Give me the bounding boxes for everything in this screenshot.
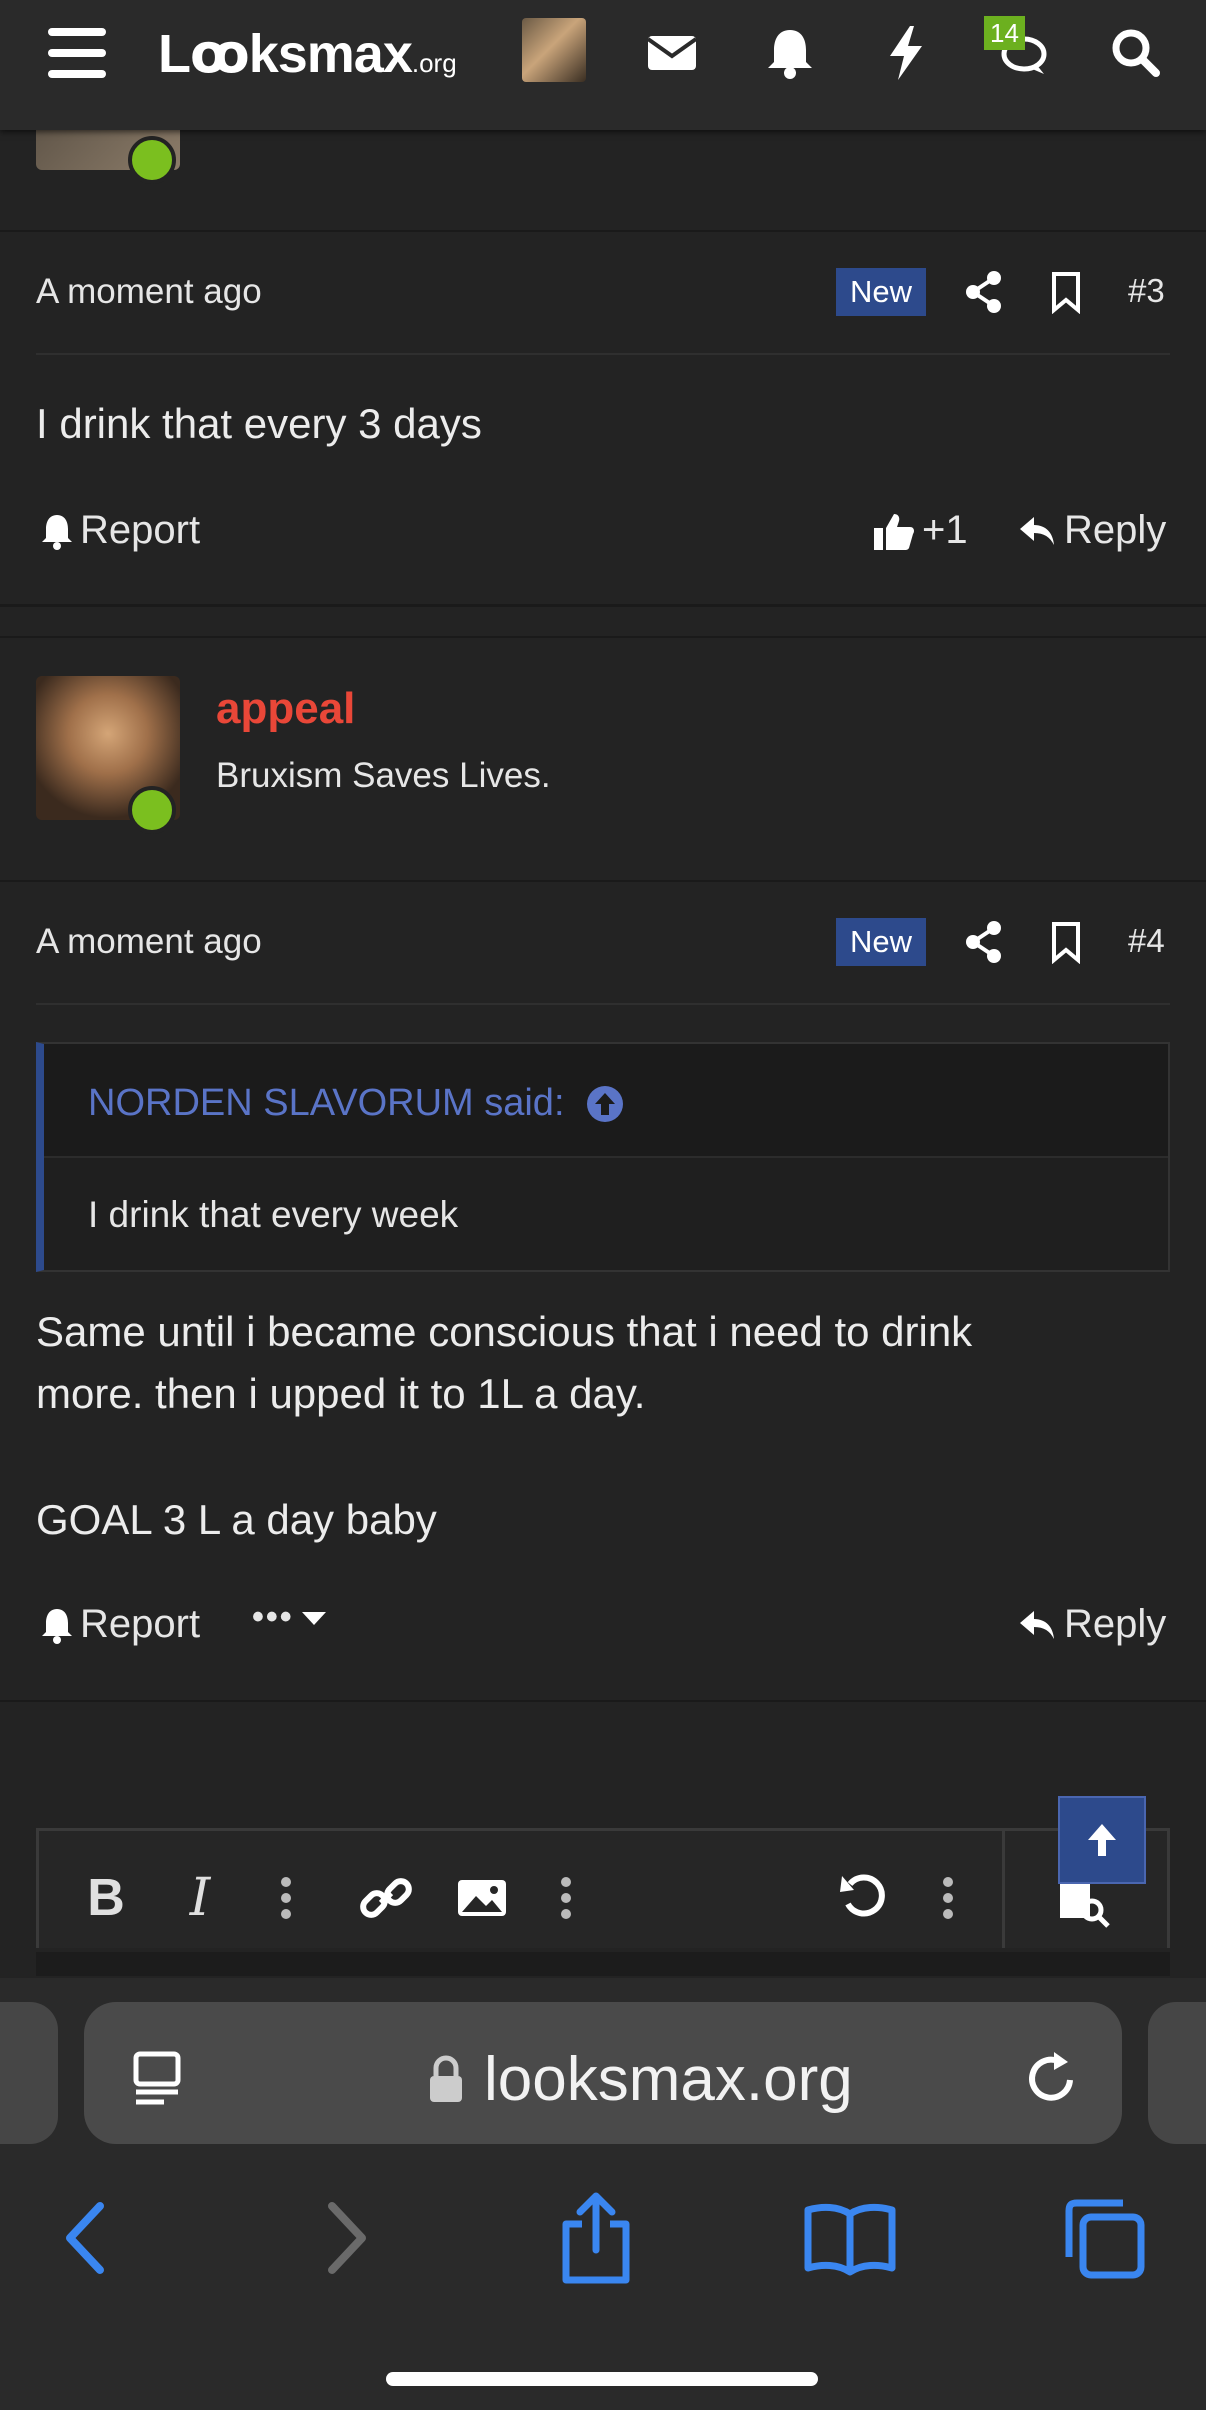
more-editor-options-icon[interactable] <box>918 1868 978 1928</box>
post3-share-icon[interactable] <box>964 270 1004 314</box>
post4-bottom-divider <box>0 1700 1206 1702</box>
chevron-left-icon <box>66 2202 104 2274</box>
post4-share-icon[interactable] <box>964 920 1004 964</box>
share-button[interactable] <box>546 2188 646 2288</box>
post4-time[interactable]: A moment ago <box>36 922 262 962</box>
forward-button[interactable] <box>296 2188 396 2288</box>
post4-reply-label: Reply <box>1064 1602 1167 1646</box>
editor-separator <box>1002 1830 1005 1948</box>
logo-tld: .org <box>411 48 457 78</box>
bell-icon <box>42 514 72 550</box>
post3-online-indicator <box>128 136 176 184</box>
undo-icon[interactable] <box>834 1868 894 1928</box>
post4-body-line2: more. then i upped it to 1L a day. <box>36 1370 646 1417</box>
post3-report-label: Report <box>80 508 201 552</box>
page-menu-icon[interactable] <box>128 2046 192 2110</box>
post3-reply-label: Reply <box>1064 508 1167 552</box>
image-icon[interactable] <box>452 1868 512 1928</box>
post3-like-button[interactable]: +1 <box>872 508 968 553</box>
logo-text: Lꝏksmax <box>158 24 413 84</box>
bookmarks-button[interactable] <box>800 2188 900 2288</box>
post4-report-button[interactable]: Report <box>40 1602 200 1647</box>
chevron-right-icon <box>328 2202 366 2274</box>
next-tab-preview[interactable] <box>1148 2002 1206 2144</box>
arrow-up-icon <box>1088 1824 1116 1856</box>
reply-editor-body-top[interactable] <box>36 1952 1170 1976</box>
quote-block: NORDEN SLAVORUM said: I drink that every… <box>36 1042 1170 1272</box>
post3-meta-divider <box>36 353 1170 355</box>
quote-header: NORDEN SLAVORUM said: <box>44 1044 1168 1158</box>
more-text-options-icon[interactable] <box>256 1868 316 1928</box>
menu-icon[interactable] <box>48 28 106 78</box>
post4-bookmark-icon[interactable] <box>1046 920 1086 964</box>
italic-button[interactable]: I <box>170 1868 230 1928</box>
post4-header-divider <box>0 880 1206 882</box>
post4-more-menu-button[interactable]: ••• <box>252 1598 328 1637</box>
post3-number[interactable]: #3 <box>1128 272 1165 310</box>
post4-body-line1: Same until i became conscious that i nee… <box>36 1308 973 1355</box>
post3-report-button[interactable]: Report <box>40 508 200 553</box>
reply-icon <box>1020 516 1054 545</box>
bell-icon <box>42 1608 72 1644</box>
post4-body-line3: GOAL 3 L a day baby <box>36 1496 437 1543</box>
link-icon[interactable] <box>356 1868 416 1928</box>
post4-online-indicator <box>128 786 176 834</box>
top-navigation-bar: Lꝏksmax.org 14 <box>0 0 1206 130</box>
account-avatar[interactable] <box>522 18 586 82</box>
share-icon <box>562 2192 630 2284</box>
post3-reply-button[interactable]: Reply <box>1018 508 1166 553</box>
post4-top-divider <box>0 636 1206 638</box>
lock-icon <box>430 2055 462 2102</box>
thumbs-up-icon <box>874 513 914 550</box>
chevron-down-icon <box>301 1611 326 1625</box>
quote-author-link[interactable]: NORDEN SLAVORUM said: <box>88 1082 625 1125</box>
post4-report-label: Report <box>80 1602 201 1646</box>
post4-new-badge: New <box>836 918 926 966</box>
site-logo[interactable]: Lꝏksmax.org <box>158 22 457 85</box>
book-icon <box>804 2203 896 2276</box>
bell-icon[interactable] <box>758 22 822 82</box>
scroll-to-top-button[interactable] <box>1058 1796 1146 1884</box>
back-button[interactable] <box>36 2188 136 2288</box>
post4-username[interactable]: appeal <box>216 684 355 734</box>
post-separator <box>0 604 1206 607</box>
url-text: looksmax.org <box>484 2045 853 2114</box>
post3-header-divider <box>0 230 1206 232</box>
search-icon[interactable] <box>1104 22 1168 82</box>
post3-body: I drink that every 3 days <box>36 400 482 447</box>
address-bar-url[interactable]: looksmax.org <box>426 2044 853 2115</box>
jump-up-arrow-icon[interactable] <box>585 1084 625 1124</box>
more-insert-options-icon[interactable] <box>536 1868 596 1928</box>
address-bar[interactable]: looksmax.org <box>84 2002 1122 2144</box>
tabs-button[interactable] <box>1054 2188 1154 2288</box>
quote-author-label: NORDEN SLAVORUM said: <box>88 1082 565 1124</box>
post3-time[interactable]: A moment ago <box>36 272 262 312</box>
quote-text: I drink that every week <box>88 1194 459 1235</box>
post4-number[interactable]: #4 <box>1128 922 1165 960</box>
reply-icon <box>1020 1610 1054 1639</box>
post3-bookmark-icon[interactable] <box>1046 270 1086 314</box>
post3-new-badge: New <box>836 268 926 316</box>
reload-icon[interactable] <box>1020 2046 1084 2110</box>
lightning-icon[interactable] <box>874 22 938 82</box>
previous-tab-preview[interactable] <box>0 2002 58 2144</box>
post4-user-title: Bruxism Saves Lives. <box>216 756 551 795</box>
more-dots: ••• <box>252 1598 294 1636</box>
post4-meta-divider <box>36 1003 1170 1005</box>
home-indicator[interactable] <box>386 2372 818 2386</box>
mail-icon[interactable] <box>640 22 704 82</box>
bold-button[interactable]: B <box>76 1868 136 1928</box>
conversations-badge: 14 <box>984 16 1025 50</box>
tabs-icon <box>1065 2199 1145 2279</box>
browser-chrome: looksmax.org <box>0 1978 1206 2410</box>
post3-like-count: +1 <box>922 508 968 552</box>
post4-reply-button[interactable]: Reply <box>1018 1602 1166 1647</box>
